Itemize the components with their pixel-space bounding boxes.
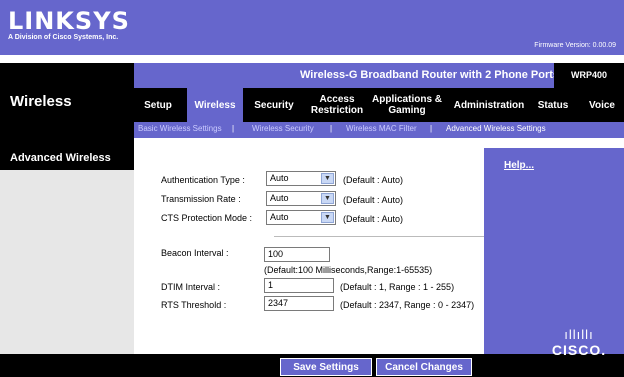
model-badge: WRP400	[554, 63, 624, 88]
tab-applications-gaming[interactable]: Applications & Gaming	[372, 88, 442, 122]
tab-voice[interactable]: Voice	[582, 88, 622, 122]
beacon-input[interactable]: 100	[264, 247, 330, 262]
dtim-default: (Default : 1, Range : 1 - 255)	[340, 282, 455, 292]
chevron-down-icon[interactable]: ▼	[321, 212, 334, 223]
auth-type-label: Authentication Type :	[161, 175, 245, 185]
tab-wireless[interactable]: Wireless	[187, 88, 243, 122]
cts-label: CTS Protection Mode :	[161, 213, 253, 223]
save-settings-button[interactable]: Save Settings	[280, 358, 372, 376]
subtab-wireless-security[interactable]: Wireless Security	[252, 124, 314, 133]
tab-setup[interactable]: Setup	[134, 88, 182, 122]
footer-bar: Save Settings Cancel Changes	[0, 354, 624, 377]
subtab-wireless-mac-filter[interactable]: Wireless MAC Filter	[346, 124, 417, 133]
tab-security[interactable]: Security	[246, 88, 302, 122]
cancel-changes-button[interactable]: Cancel Changes	[376, 358, 472, 376]
cisco-logo: ıllıllı CISCO.	[544, 328, 614, 373]
beacon-label: Beacon Interval :	[161, 248, 229, 258]
tab-access-restriction[interactable]: Access Restriction	[306, 88, 368, 122]
help-panel: Help...	[484, 148, 624, 354]
logo-text: LINKSYS	[8, 7, 130, 35]
product-bar: Wireless-G Broadband Router with 2 Phone…	[134, 63, 624, 88]
auth-type-value: Auto	[270, 173, 289, 183]
subtab-advanced-wireless-settings[interactable]: Advanced Wireless Settings	[446, 124, 546, 133]
linksys-logo: LINKSYS A Division of Cisco Systems, Inc…	[8, 7, 130, 41]
beacon-default: (Default:100 Milliseconds,Range:1-65535)	[264, 265, 433, 275]
auth-type-default: (Default : Auto)	[343, 175, 404, 185]
tx-rate-default: (Default : Auto)	[343, 195, 404, 205]
tx-rate-label: Transmission Rate :	[161, 194, 241, 204]
cisco-text: CISCO.	[551, 342, 607, 358]
panel-heading: Advanced Wireless	[10, 152, 111, 164]
left-panel	[0, 148, 134, 354]
subtab-basic-wireless-settings[interactable]: Basic Wireless Settings	[138, 124, 222, 133]
dtim-label: DTIM Interval :	[161, 282, 221, 292]
chevron-down-icon[interactable]: ▼	[321, 173, 334, 184]
subtab-separator: |	[232, 124, 235, 133]
tab-administration[interactable]: Administration	[446, 88, 532, 122]
rts-default: (Default : 2347, Range : 0 - 2347)	[340, 300, 475, 310]
rts-input[interactable]: 2347	[264, 296, 334, 311]
subtab-separator: |	[330, 124, 333, 133]
help-link[interactable]: Help...	[504, 160, 534, 171]
logo-subtitle: A Division of Cisco Systems, Inc.	[8, 34, 119, 41]
auth-type-select[interactable]: Auto ▼	[266, 171, 336, 186]
settings-content: Authentication Type : Auto ▼ (Default : …	[134, 148, 609, 354]
subtab-separator: |	[430, 124, 433, 133]
cisco-bars-icon: ıllıllı	[564, 327, 594, 342]
title-strip	[0, 55, 624, 63]
cts-value: Auto	[270, 212, 289, 222]
tab-status[interactable]: Status	[532, 88, 574, 122]
main-tabs: Setup Wireless Security Access Restricti…	[134, 88, 624, 122]
product-name: Wireless-G Broadband Router with 2 Phone…	[300, 69, 560, 81]
left-panel-header: Advanced Wireless	[0, 148, 134, 170]
dtim-input[interactable]: 1	[264, 278, 334, 293]
cts-select[interactable]: Auto ▼	[266, 210, 336, 225]
spacer-row	[134, 138, 624, 148]
section-title: Wireless	[10, 93, 72, 110]
header: LINKSYS A Division of Cisco Systems, Inc…	[0, 0, 624, 55]
firmware-version: Firmware Version: 0.00.09	[534, 42, 616, 49]
tx-rate-value: Auto	[270, 193, 289, 203]
cts-default: (Default : Auto)	[343, 214, 404, 224]
tx-rate-select[interactable]: Auto ▼	[266, 191, 336, 206]
chevron-down-icon[interactable]: ▼	[321, 193, 334, 204]
rts-label: RTS Threshold :	[161, 300, 227, 310]
sub-tabs: Basic Wireless Settings | Wireless Secur…	[134, 122, 624, 138]
